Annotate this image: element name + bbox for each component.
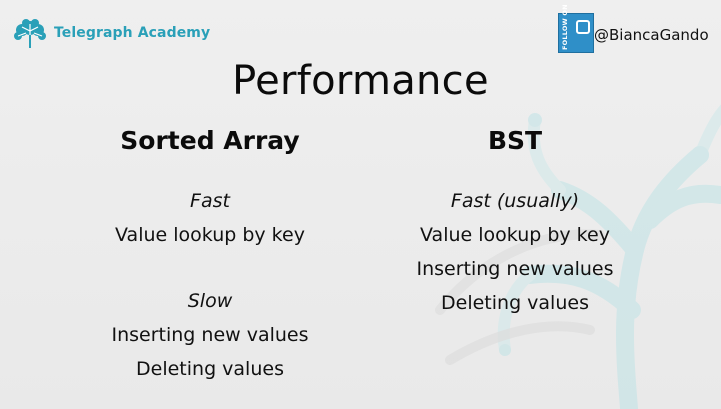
column-bst: BST Fast (usually) Value lookup by key I… bbox=[380, 124, 650, 320]
twitter-follow[interactable]: FOLLOW ON @BiancaGando bbox=[558, 4, 709, 53]
group-slow: Slow Inserting new values Deleting value… bbox=[75, 284, 345, 386]
list-item: Inserting new values bbox=[111, 324, 309, 346]
group-label: Fast (usually) bbox=[450, 190, 580, 212]
column-heading: BST bbox=[487, 126, 543, 155]
slide-title: Performance bbox=[232, 58, 489, 104]
twitter-bird-icon bbox=[576, 20, 590, 34]
list-item: Inserting new values bbox=[416, 258, 614, 280]
brand-name: Telegraph Academy bbox=[54, 25, 211, 41]
badge-text: FOLLOW ON bbox=[561, 4, 569, 50]
group-fast-usually: Fast (usually) Value lookup by key Inser… bbox=[380, 184, 650, 320]
twitter-handle[interactable]: @BiancaGando bbox=[594, 26, 709, 44]
list-item: Value lookup by key bbox=[115, 224, 305, 246]
group-label: Slow bbox=[187, 290, 233, 312]
list-item: Value lookup by key bbox=[420, 224, 610, 246]
list-item: Deleting values bbox=[441, 292, 589, 314]
slide: Telegraph Academy FOLLOW ON @BiancaGando… bbox=[0, 0, 721, 409]
follow-badge[interactable]: FOLLOW ON bbox=[558, 4, 594, 53]
group-label: Fast bbox=[190, 190, 230, 212]
tree-logo-icon bbox=[14, 19, 46, 48]
group-fast: Fast Value lookup by key bbox=[75, 184, 345, 252]
brand-logo: Telegraph Academy bbox=[12, 18, 210, 48]
column-heading: Sorted Array bbox=[120, 126, 300, 155]
list-item: Deleting values bbox=[136, 358, 284, 380]
column-sorted-array: Sorted Array Fast Value lookup by key Sl… bbox=[75, 124, 345, 386]
